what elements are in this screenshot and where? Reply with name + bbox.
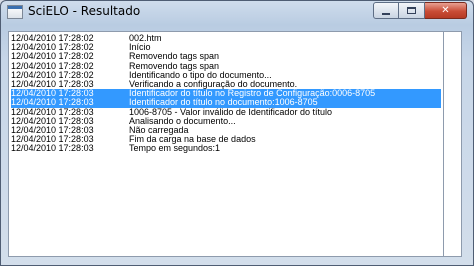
- close-button[interactable]: ✕: [425, 2, 467, 19]
- maximize-icon: [407, 7, 416, 14]
- window-title: SciELO - Resultado: [28, 4, 141, 18]
- minimize-button[interactable]: [373, 2, 399, 19]
- window-controls: ✕: [373, 2, 467, 19]
- minimize-icon: [382, 12, 390, 15]
- log-entry-time: 12/04/2010 17:28:03: [11, 143, 94, 154]
- log-list: 12/04/2010 17:28:02 002.htm 12/04/2010 17:…: [11, 33, 441, 153]
- log-entry-message: Tempo em segundos:1: [129, 143, 221, 154]
- log-listbox[interactable]: 12/04/2010 17:28:02 002.htm 12/04/2010 17:…: [8, 31, 444, 257]
- result-window: SciELO - Resultado ✕ 12/04/2010 17:28:02…: [0, 0, 474, 266]
- log-entry[interactable]: 12/04/2010 17:28:03 Tempo em segundos:1: [11, 144, 441, 153]
- close-icon: ✕: [441, 4, 450, 16]
- title-bar[interactable]: SciELO - Resultado ✕: [1, 1, 473, 25]
- maximize-button[interactable]: [399, 2, 425, 19]
- listbox-scroll-area: [444, 31, 462, 257]
- application-icon[interactable]: [7, 5, 23, 19]
